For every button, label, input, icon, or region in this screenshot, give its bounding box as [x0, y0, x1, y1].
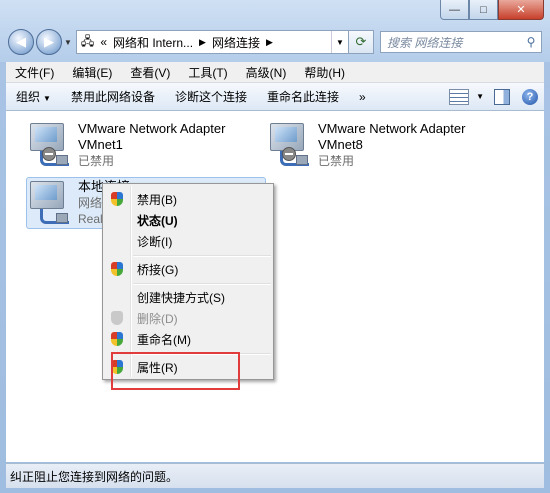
menu-separator [133, 255, 271, 257]
menu-item-status[interactable]: 状态(U) [103, 209, 273, 231]
refresh-icon: ⟳ [355, 34, 367, 49]
folder-icon: 🖧 [80, 33, 95, 48]
breadcrumb-network-internet[interactable]: 网络和 Intern... [113, 34, 193, 51]
navigation-bar: ◀ ▶ ▼ 🖧 « 网络和 Intern... ▶ 网络连接 ▶ ▼ ⟳ 搜索 … [8, 28, 542, 56]
menu-item-create-shortcut[interactable]: 创建快捷方式(S) [103, 286, 273, 308]
menu-item-bridge[interactable]: 桥接(G) [103, 258, 273, 280]
menu-bar: 文件(F) 编辑(E) 查看(V) 工具(T) 高级(N) 帮助(H) [6, 62, 544, 83]
forward-arrow-icon: ▶ [44, 34, 54, 49]
menu-item-label: 禁用(B) [137, 192, 177, 207]
shield-icon [110, 261, 124, 277]
menu-item-delete: 删除(D) [103, 307, 273, 329]
rename-button[interactable]: 重命名此连接 [257, 88, 349, 105]
diagnose-button[interactable]: 诊断这个连接 [165, 88, 257, 105]
explorer-window: — □ ✕ ◀ ▶ ▼ 🖧 « 网络和 Intern... ▶ 网络连接 ▶ ▼… [0, 0, 550, 493]
title-bar: — □ ✕ ◀ ▶ ▼ 🖧 « 网络和 Intern... ▶ 网络连接 ▶ ▼… [0, 0, 550, 62]
menu-item-label: 删除(D) [137, 311, 178, 326]
connection-device: VMnet1 [78, 137, 123, 152]
window-controls: — □ ✕ [440, 0, 544, 20]
back-arrow-icon: ◀ [16, 34, 26, 49]
breadcrumb-separator-icon[interactable]: ▶ [266, 37, 273, 48]
menu-item-label: 创建快捷方式(S) [137, 290, 225, 305]
highlight-box [111, 352, 240, 390]
context-menu: 禁用(B) 状态(U) 诊断(I) 桥接(G) 创建快捷方式(S) 删除(D) … [102, 183, 274, 380]
menu-file[interactable]: 文件(F) [6, 64, 63, 81]
menu-item-label: 重命名(M) [137, 332, 191, 347]
organize-button[interactable]: 组织 ▼ [6, 88, 61, 105]
minimize-button[interactable]: — [440, 0, 469, 20]
connection-name: VMware Network Adapter [78, 121, 226, 136]
menu-separator [133, 283, 271, 285]
menu-tools[interactable]: 工具(T) [179, 64, 236, 81]
command-bar: 组织 ▼ 禁用此网络设备 诊断这个连接 重命名此连接 » ▼ ? [6, 83, 544, 111]
shield-icon [110, 310, 124, 326]
menu-item-disable[interactable]: 禁用(B) [103, 188, 273, 210]
connection-device: VMnet8 [318, 137, 363, 152]
connection-name: VMware Network Adapter [318, 121, 466, 136]
connection-vmnet8[interactable]: VMware Network Adapter VMnet8 已禁用 [266, 121, 465, 169]
menu-edit[interactable]: 编辑(E) [63, 64, 121, 81]
menu-view[interactable]: 查看(V) [121, 64, 179, 81]
search-icon[interactable]: ⚲ [521, 35, 541, 49]
back-button[interactable]: ◀ [8, 29, 34, 55]
search-input[interactable]: 搜索 网络连接 ⚲ [380, 31, 542, 53]
network-adapter-icon [26, 121, 72, 167]
breadcrumb-separator-icon[interactable]: ▶ [199, 37, 206, 48]
menu-item-label: 诊断(I) [137, 234, 173, 249]
shield-icon [110, 331, 124, 347]
preview-pane-icon[interactable] [494, 88, 510, 105]
search-placeholder: 搜索 网络连接 [387, 35, 463, 50]
menu-item-label: 状态(U) [137, 213, 178, 228]
forward-button[interactable]: ▶ [36, 29, 62, 55]
menu-advanced[interactable]: 高级(N) [237, 64, 296, 81]
view-dropdown-icon[interactable]: ▼ [476, 92, 484, 101]
view-options-icon[interactable] [449, 88, 470, 105]
shield-icon [110, 191, 124, 207]
maximize-button[interactable]: □ [469, 0, 498, 20]
menu-help[interactable]: 帮助(H) [295, 64, 354, 81]
breadcrumb-overflow[interactable]: « [100, 35, 107, 49]
chevron-down-icon: ▼ [43, 94, 51, 103]
connections-list: VMware Network Adapter VMnet1 已禁用 VMware… [6, 111, 544, 462]
menu-item-rename[interactable]: 重命名(M) [103, 328, 273, 350]
network-adapter-icon [26, 179, 72, 225]
menu-item-label: 桥接(G) [137, 262, 179, 277]
help-icon[interactable]: ? [522, 88, 538, 105]
status-text: 纠正阻止您连接到网络的问题。 [10, 469, 179, 484]
breadcrumb-network-connections[interactable]: 网络连接 [212, 34, 260, 51]
close-button[interactable]: ✕ [498, 0, 544, 20]
address-dropdown-icon[interactable]: ▼ [331, 31, 348, 53]
disable-device-button[interactable]: 禁用此网络设备 [61, 88, 165, 105]
connection-vmnet1[interactable]: VMware Network Adapter VMnet1 已禁用 [26, 121, 225, 169]
menu-item-diagnose[interactable]: 诊断(I) [103, 230, 273, 252]
recent-pages-dropdown[interactable]: ▼ [64, 38, 72, 47]
connection-status: 已禁用 [78, 154, 115, 168]
connection-status: 已禁用 [318, 154, 355, 168]
more-commands-button[interactable]: » [349, 90, 376, 104]
status-bar: 纠正阻止您连接到网络的问题。 [6, 463, 544, 488]
address-bar[interactable]: 🖧 « 网络和 Intern... ▶ 网络连接 ▶ ▼ [75, 30, 349, 54]
refresh-button[interactable]: ⟳ [349, 30, 374, 54]
network-adapter-icon [266, 121, 312, 167]
